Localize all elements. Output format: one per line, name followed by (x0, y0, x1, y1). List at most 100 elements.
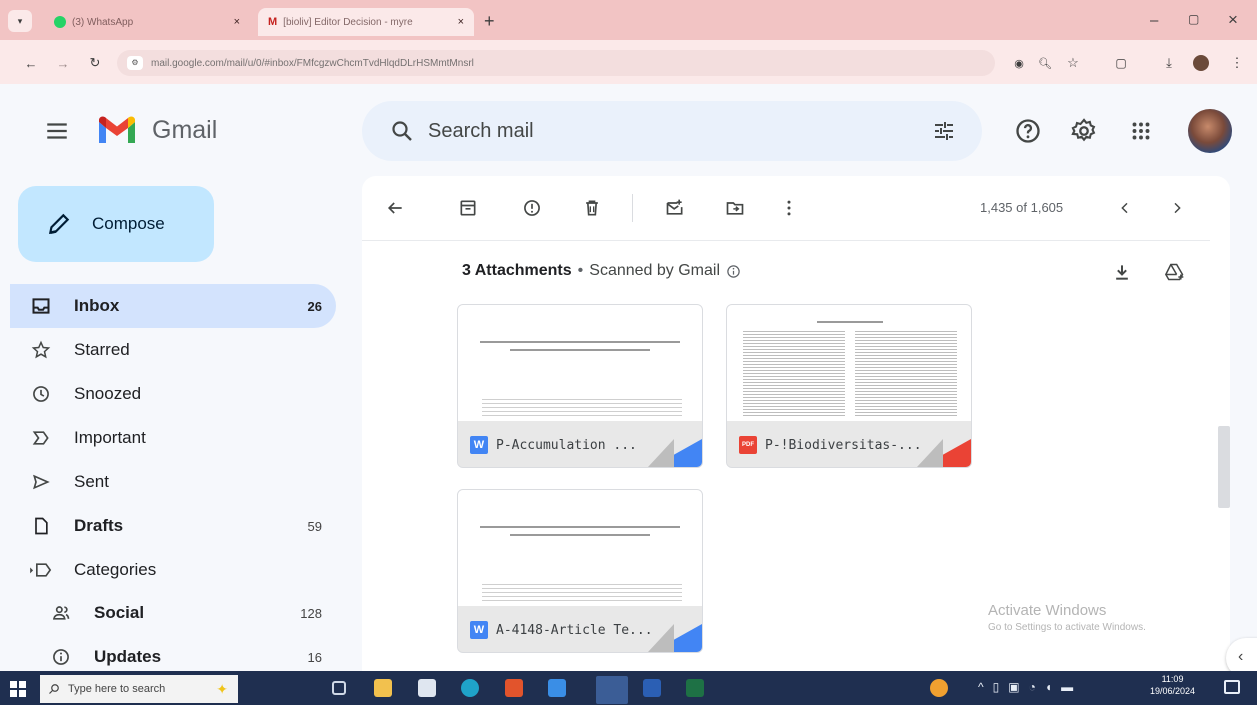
taskbar-search[interactable]: Type here to search ✦ (40, 675, 238, 703)
watermark-title: Activate Windows (988, 602, 1107, 619)
send-icon (33, 474, 50, 490)
attachment-card-2[interactable]: PDF P-!Biodiversitas-... (726, 304, 972, 468)
report-spam-icon[interactable] (519, 195, 545, 221)
whatsapp-icon (54, 16, 66, 28)
scrollbar-thumb[interactable] (1218, 426, 1230, 508)
back-to-inbox-icon[interactable] (382, 195, 408, 221)
download-icon[interactable]: ⤓ (1158, 52, 1180, 74)
support-icon[interactable] (1014, 117, 1042, 145)
extensions-icon[interactable]: ▢ (1110, 52, 1132, 74)
compose-button[interactable]: Compose (18, 186, 214, 262)
address-bar[interactable]: ⚙ mail.google.com/mail/u/0/#inbox/FMfcgz… (117, 50, 995, 76)
older-chevron-right-icon[interactable] (1164, 195, 1190, 221)
word-doc-icon: W (470, 621, 488, 639)
tab-whatsapp-label: (3) WhatsApp (72, 16, 134, 28)
attachment-preview (727, 305, 971, 421)
watermark-subtitle: Go to Settings to activate Windows. (988, 622, 1146, 633)
more-options-icon[interactable] (776, 195, 802, 221)
tab-close-icon[interactable]: × (458, 16, 464, 28)
main-menu-icon[interactable] (44, 118, 70, 144)
zoom-icon[interactable]: 🔍︎ (1034, 52, 1056, 74)
download-all-icon[interactable] (1112, 262, 1132, 282)
search-icon (49, 684, 59, 694)
mark-unread-icon[interactable] (662, 195, 688, 221)
apps-grid-icon[interactable] (1128, 118, 1154, 144)
people-icon (52, 606, 70, 620)
store-icon[interactable] (418, 679, 436, 697)
minimize-button[interactable]: – (1150, 12, 1158, 29)
mail-app-icon[interactable] (548, 679, 566, 697)
close-window-button[interactable]: × (1228, 10, 1238, 30)
info-icon[interactable] (726, 264, 741, 279)
sidebar-item-social[interactable]: Social 128 (30, 591, 336, 635)
system-tray-icons[interactable]: ^▯▣◔◖▬ (978, 680, 1082, 694)
back-icon[interactable]: ← (20, 52, 42, 74)
taskbar-search-input[interactable]: Type here to search (68, 683, 165, 695)
gmail-logo[interactable]: Gmail (96, 114, 217, 146)
add-to-drive-icon[interactable] (1164, 262, 1186, 282)
excel-app-icon[interactable] (686, 679, 704, 697)
taskbar-clock[interactable]: 11:09 19/06/2024 (1150, 673, 1195, 697)
gmail-favicon-icon: M (268, 16, 278, 28)
sidebar-item-label: Updates (94, 647, 162, 666)
bookmark-star-icon[interactable]: ☆ (1062, 52, 1084, 74)
clock-icon (33, 386, 49, 402)
url-text: mail.google.com/mail/u/0/#inbox/FMfcgzwC… (151, 57, 474, 69)
archive-icon[interactable] (455, 195, 481, 221)
reload-icon[interactable]: ↻ (84, 52, 106, 74)
search-bar[interactable]: Search mail (362, 101, 982, 161)
new-tab-button[interactable]: + (484, 11, 495, 32)
office-app-icon[interactable] (505, 679, 523, 697)
account-avatar[interactable] (1188, 109, 1232, 153)
attachment-preview (458, 490, 702, 606)
activate-windows-watermark: Activate Windows Go to Settings to activ… (988, 602, 1146, 633)
draft-file-icon (35, 517, 48, 535)
site-info-icon[interactable]: ⚙ (127, 56, 143, 70)
sparkle-icon: ✦ (216, 680, 228, 697)
toolbar-separator (632, 194, 633, 222)
attachment-card-1[interactable]: W P-Accumulation ... (457, 304, 703, 468)
sidebar-item-categories[interactable]: Categories (10, 548, 336, 592)
edge-browser-icon[interactable] (461, 679, 479, 697)
sidebar-item-important[interactable]: Important (10, 416, 336, 460)
search-input[interactable]: Search mail (428, 120, 534, 143)
sidebar-item-drafts[interactable]: Drafts 59 (10, 504, 336, 548)
task-view-icon[interactable] (332, 681, 346, 695)
delete-trash-icon[interactable] (579, 195, 605, 221)
weather-icon[interactable] (930, 679, 948, 697)
info-icon (53, 649, 69, 665)
toolbar-divider (362, 240, 1210, 241)
file-explorer-icon[interactable] (374, 679, 392, 697)
unread-count: 128 (300, 605, 322, 621)
notification-icon[interactable] (1224, 680, 1240, 694)
newer-chevron-left-icon[interactable] (1112, 195, 1138, 221)
tab-close-icon[interactable]: × (234, 16, 240, 28)
tab-whatsapp[interactable]: (3) WhatsApp × (44, 8, 250, 36)
sidebar-item-inbox[interactable]: Inbox 26 (10, 284, 336, 328)
search-icon[interactable] (390, 119, 414, 143)
important-icon (32, 431, 49, 445)
maximize-button[interactable]: ▢ (1188, 12, 1199, 26)
attachment-card-3[interactable]: W A-4148-Article Te... (457, 489, 703, 653)
scanned-label: Scanned by Gmail (589, 262, 720, 279)
translate-icon[interactable]: ◉ (1008, 52, 1030, 74)
settings-gear-icon[interactable] (1070, 117, 1098, 145)
tab-gmail[interactable]: M [bioliv] Editor Decision - myre × (258, 8, 474, 36)
chrome-icon[interactable] (596, 676, 628, 704)
windows-start-icon[interactable] (10, 681, 26, 697)
forward-icon[interactable]: → (52, 52, 74, 74)
move-to-folder-icon[interactable] (722, 195, 748, 221)
sidebar-item-starred[interactable]: Starred (10, 328, 336, 372)
sidebar-item-label: Sent (74, 472, 109, 491)
attachments-count: 3 Attachments (462, 262, 572, 279)
profile-avatar-small[interactable] (1190, 52, 1212, 74)
word-app-icon[interactable] (643, 679, 661, 697)
sidebar-item-snoozed[interactable]: Snoozed (10, 372, 336, 416)
compose-label: Compose (92, 214, 165, 233)
tab-search-button[interactable]: ▾ (8, 10, 32, 32)
sidebar-item-sent[interactable]: Sent (10, 460, 336, 504)
word-doc-icon: W (470, 436, 488, 454)
unread-count: 16 (307, 649, 322, 665)
search-options-icon[interactable] (932, 119, 956, 143)
browser-menu-icon[interactable]: ⋮ (1226, 52, 1248, 74)
